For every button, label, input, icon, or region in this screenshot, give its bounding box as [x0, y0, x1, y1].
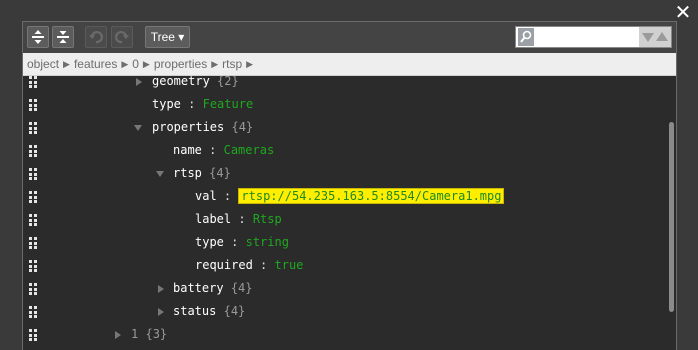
- expand-all-icon: [32, 30, 44, 44]
- drag-handle-icon[interactable]: [29, 237, 37, 249]
- expand-icon[interactable]: [115, 331, 121, 339]
- collapse-icon[interactable]: [156, 171, 164, 177]
- undo-icon: [89, 31, 103, 44]
- scrollbar-thumb[interactable]: [669, 122, 674, 312]
- expand-icon[interactable]: [158, 285, 164, 293]
- breadcrumb-separator-icon: ▶: [142, 59, 150, 69]
- tree-row-rtsp: rtsp {4}: [23, 162, 663, 185]
- breadcrumb: object ▶ features ▶ 0 ▶ properties ▶ rtsp ▶: [23, 53, 676, 76]
- drag-handle-icon[interactable]: [29, 145, 37, 157]
- drag-handle-icon[interactable]: [29, 191, 37, 203]
- field-key[interactable]: val: [195, 189, 217, 203]
- search-nav: [639, 27, 671, 47]
- tree-row-status: status {4}: [23, 300, 663, 323]
- breadcrumb-item-features[interactable]: features: [74, 57, 117, 71]
- tree-row-1: 1 {3}: [23, 323, 663, 346]
- drag-handle-icon[interactable]: [29, 214, 37, 226]
- child-count: {4}: [223, 304, 246, 318]
- field-key[interactable]: properties: [152, 120, 224, 134]
- field-value[interactable]: string: [246, 235, 289, 249]
- field-key[interactable]: label: [195, 212, 231, 226]
- drag-handle-icon[interactable]: [29, 260, 37, 272]
- expand-icon[interactable]: [136, 78, 142, 86]
- breadcrumb-separator-icon: ▶: [211, 59, 219, 69]
- field-value-highlighted[interactable]: rtsp://54.235.163.5:8554/Camera1.mpg: [238, 188, 505, 204]
- tree-row-required: required : true: [23, 254, 663, 277]
- field-key[interactable]: rtsp: [173, 166, 202, 180]
- collapse-all-button[interactable]: [52, 26, 74, 48]
- search-box: [515, 26, 672, 48]
- field-key[interactable]: type: [195, 235, 224, 249]
- child-count: {4}: [209, 166, 231, 180]
- drag-handle-icon[interactable]: [29, 76, 37, 88]
- tree-row-type: type : Feature: [23, 93, 663, 116]
- field-key[interactable]: required: [195, 258, 253, 272]
- tree-row-name: name : Cameras: [23, 139, 663, 162]
- undo-button[interactable]: [85, 26, 107, 48]
- tree-row-geometry: geometry {2}: [23, 76, 663, 93]
- search-icon: [518, 28, 534, 46]
- child-count: {2}: [217, 76, 239, 88]
- tree-row-type: type : string: [23, 231, 663, 254]
- field-value[interactable]: Feature: [203, 97, 254, 111]
- child-count: {3}: [145, 327, 168, 341]
- field-index[interactable]: 1: [131, 327, 138, 341]
- json-editor: Tree ▾ object ▶ features ▶ 0 ▶ properties ▶ rtsp…: [22, 21, 677, 350]
- search-next-icon[interactable]: [642, 33, 654, 42]
- tree-row-label: label : Rtsp: [23, 208, 663, 231]
- search-previous-icon[interactable]: [656, 32, 668, 41]
- tree-view: geometry {2} type : Feature properties {…: [23, 76, 676, 350]
- collapse-all-icon: [57, 31, 69, 43]
- collapse-icon[interactable]: [134, 125, 142, 131]
- field-key[interactable]: status: [173, 304, 216, 318]
- breadcrumb-separator-icon: ▶: [121, 59, 129, 69]
- field-value[interactable]: Rtsp: [253, 212, 282, 226]
- mode-select-button[interactable]: Tree ▾: [145, 26, 190, 48]
- field-key[interactable]: type: [152, 97, 181, 111]
- drag-handle-icon[interactable]: [29, 306, 37, 318]
- breadcrumb-separator-icon: ▶: [246, 59, 254, 69]
- tree-row-properties: properties {4}: [23, 116, 663, 139]
- field-key[interactable]: geometry: [152, 76, 210, 88]
- tree-row-battery: battery {4}: [23, 277, 663, 300]
- expand-icon[interactable]: [158, 308, 164, 316]
- tree-row-val: val : rtsp://54.235.163.5:8554/Camera1.m…: [23, 185, 663, 208]
- toolbar: Tree ▾: [23, 22, 676, 54]
- drag-handle-icon[interactable]: [29, 99, 37, 111]
- search-input[interactable]: [536, 28, 636, 46]
- field-value[interactable]: true: [275, 258, 304, 272]
- field-value[interactable]: Cameras: [224, 143, 275, 157]
- field-key[interactable]: name: [173, 143, 202, 157]
- drag-handle-icon[interactable]: [29, 122, 37, 134]
- expand-all-button[interactable]: [27, 26, 49, 48]
- drag-handle-icon[interactable]: [29, 168, 37, 180]
- redo-icon: [115, 31, 129, 44]
- breadcrumb-item-properties[interactable]: properties: [154, 57, 207, 71]
- breadcrumb-item-object[interactable]: object: [27, 57, 59, 71]
- drag-handle-icon[interactable]: [29, 329, 37, 341]
- child-count: {4}: [230, 281, 253, 295]
- child-count: {4}: [231, 120, 254, 134]
- breadcrumb-item-rtsp[interactable]: rtsp: [222, 57, 242, 71]
- breadcrumb-separator-icon: ▶: [63, 59, 70, 69]
- breadcrumb-item-0[interactable]: 0: [132, 57, 139, 71]
- field-key[interactable]: battery: [173, 281, 224, 295]
- drag-handle-icon[interactable]: [29, 283, 37, 295]
- redo-button[interactable]: [111, 26, 133, 48]
- close-icon[interactable]: ✕: [674, 3, 692, 23]
